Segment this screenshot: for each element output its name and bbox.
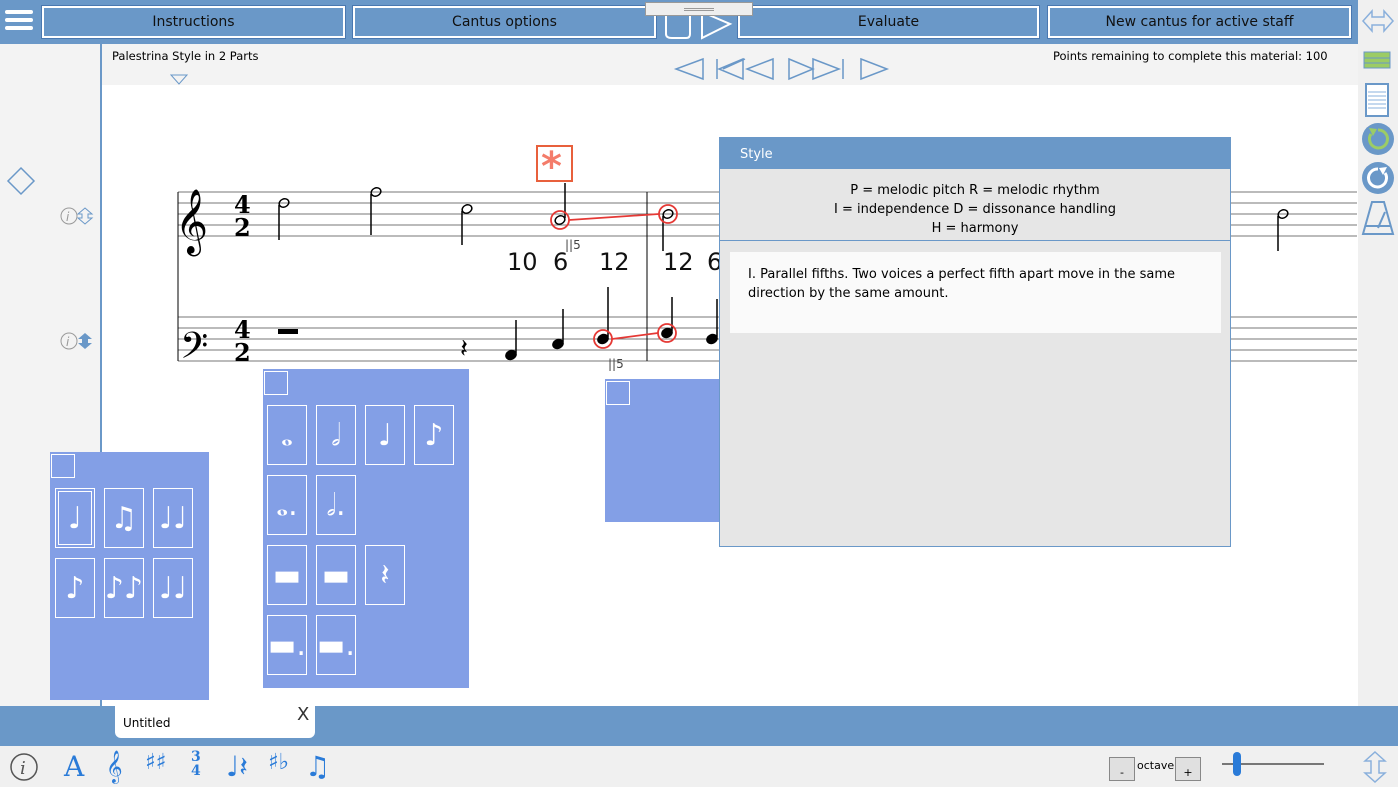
treble-clef-icon: 𝄞 xyxy=(175,189,208,256)
svg-text:12: 12 xyxy=(663,248,694,276)
eighths-button[interactable]: ♪♪ xyxy=(104,558,144,618)
whole-rest-button[interactable]: ▬ xyxy=(267,545,307,605)
bass-clef-icon: 𝄢 xyxy=(180,325,208,376)
quarter-rest-icon: 𝄽 xyxy=(460,334,468,364)
evaluate-button[interactable]: Evaluate xyxy=(738,6,1039,38)
two-quarters-button[interactable]: ♩♩ xyxy=(153,558,193,618)
clef-icon[interactable]: 𝄞 xyxy=(106,750,123,784)
dotted-whole-rest-button[interactable]: ▬. xyxy=(267,615,307,675)
beam-icon[interactable]: ♫ xyxy=(305,750,330,783)
points-remaining: Points remaining to complete this materi… xyxy=(1053,49,1328,63)
legend-line: H = harmony xyxy=(720,219,1230,238)
page-view-icon[interactable] xyxy=(1364,82,1392,118)
time-sig-bottom: 2 xyxy=(234,213,251,242)
parallel-mark: ||5 xyxy=(608,357,624,371)
close-palette-icon[interactable] xyxy=(264,371,288,395)
close-palette-icon[interactable] xyxy=(606,381,630,405)
dropdown-icon[interactable] xyxy=(169,73,189,85)
key-signature-icon[interactable]: ♯♯ xyxy=(145,750,166,775)
eighth-note-button[interactable]: ♪ xyxy=(55,558,95,618)
time-signature-icon[interactable]: 34 xyxy=(191,750,201,778)
svg-text:6: 6 xyxy=(553,248,568,276)
menu-icon[interactable] xyxy=(5,10,33,34)
staff-view-icon[interactable] xyxy=(1363,50,1391,70)
dialog-title: Style xyxy=(720,138,1230,169)
cantus-options-button[interactable]: Cantus options xyxy=(353,6,656,38)
svg-text:i: i xyxy=(20,758,26,779)
legend: P = melodic pitch R = melodic rhythm I =… xyxy=(720,169,1230,241)
close-palette-icon[interactable] xyxy=(51,454,75,478)
asterisk-icon: * xyxy=(541,144,562,190)
dotted-half-rest-button[interactable]: ▬. xyxy=(316,615,356,675)
quarter-rest-button[interactable]: 𝄽 xyxy=(365,545,405,605)
svg-text:10: 10 xyxy=(507,248,538,276)
octave-up-button[interactable]: + xyxy=(1175,757,1201,781)
legend-line: I = independence D = dissonance handling xyxy=(720,200,1230,219)
accidentals-icon[interactable]: ♯♭ xyxy=(268,750,289,775)
close-tab-icon[interactable]: X xyxy=(297,704,309,725)
parallel-fifths-highlight xyxy=(551,205,677,348)
octave-label: octave xyxy=(1137,759,1174,772)
message-box[interactable]: I. Parallel fifths. Two voices a perfect… xyxy=(730,252,1221,333)
half-rest-button[interactable]: ▬ xyxy=(316,545,356,605)
palette xyxy=(605,379,719,522)
tied-quarters-button[interactable]: ♩♩ xyxy=(153,488,193,548)
tab-untitled[interactable]: Untitled X xyxy=(115,706,315,738)
resize-vertical-icon[interactable] xyxy=(1360,750,1390,784)
navigation-arrows[interactable] xyxy=(673,56,893,82)
tab-label: Untitled xyxy=(123,716,170,730)
note-rest-icon[interactable]: ♩𝄽 xyxy=(226,750,248,784)
instructions-button[interactable]: Instructions xyxy=(42,6,345,38)
time-sig-bottom: 2 xyxy=(234,338,251,367)
text-icon[interactable]: A xyxy=(64,750,84,783)
eighth-note-button[interactable]: ♪ xyxy=(414,405,454,465)
drag-handle[interactable] xyxy=(645,2,753,16)
sub-header: Palestrina Style in 2 Parts Points remai… xyxy=(101,44,1358,85)
dotted-whole-button[interactable]: 𝅝. xyxy=(267,475,307,535)
redo-icon[interactable] xyxy=(1361,161,1395,195)
right-sidebar xyxy=(1358,0,1398,746)
whole-note-button[interactable]: 𝅝 xyxy=(267,405,307,465)
bass-notes: 𝄽 xyxy=(278,287,720,364)
duration-palette: 𝅝 𝅗𝅥 ♩ ♪ 𝅝. 𝅗𝅥. ▬ ▬ 𝄽 ▬. ▬. xyxy=(263,369,469,688)
interval-numbers: 10 6 12 12 6 xyxy=(507,248,722,276)
slider-thumb[interactable] xyxy=(1233,752,1241,776)
resize-horizontal-icon[interactable] xyxy=(1361,6,1395,36)
metronome-icon[interactable] xyxy=(1361,200,1395,236)
eighth-pair-button[interactable]: ♫ xyxy=(104,488,144,548)
piece-title: Palestrina Style in 2 Parts xyxy=(112,49,259,63)
dotted-half-button[interactable]: 𝅗𝅥. xyxy=(316,475,356,535)
new-cantus-button[interactable]: New cantus for active staff xyxy=(1048,6,1351,38)
legend-line: P = melodic pitch R = melodic rhythm xyxy=(720,181,1230,200)
info-icon[interactable]: i xyxy=(9,752,39,782)
quarter-note-button[interactable]: ♩ xyxy=(55,488,95,548)
quarter-note-button[interactable]: ♩ xyxy=(365,405,405,465)
octave-down-button[interactable]: - xyxy=(1109,757,1135,781)
half-note-button[interactable]: 𝅗𝅥 xyxy=(316,405,356,465)
undo-icon[interactable] xyxy=(1361,122,1395,156)
svg-text:12: 12 xyxy=(599,248,630,276)
rhythm-palette: ♩ ♫ ♩♩ ♪ ♪♪ ♩♩ xyxy=(50,452,209,700)
style-dialog: Style P = melodic pitch R = melodic rhyt… xyxy=(719,137,1231,547)
rest-icon xyxy=(278,329,298,334)
